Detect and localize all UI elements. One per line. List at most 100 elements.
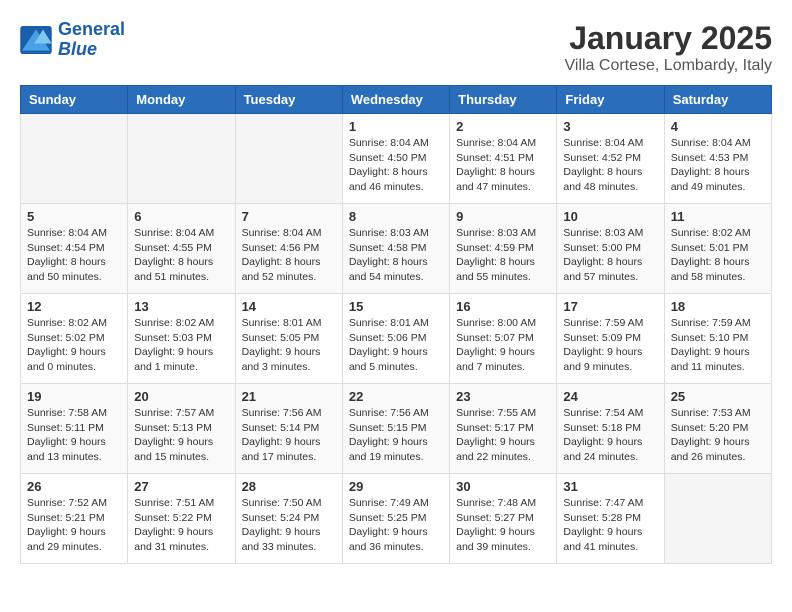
calendar-table: SundayMondayTuesdayWednesdayThursdayFrid… — [20, 85, 772, 564]
day-number: 12 — [27, 299, 121, 314]
calendar-cell: 26Sunrise: 7:52 AMSunset: 5:21 PMDayligh… — [21, 474, 128, 564]
day-number: 31 — [563, 479, 657, 494]
calendar-cell: 13 Sunrise: 8:02 AMSunset: 5:03 PMDayligh… — [128, 294, 235, 384]
day-number: 8 — [349, 209, 443, 224]
calendar-week-row: 19 Sunrise: 7:58 AMSunset: 5:11 PMDayligh… — [21, 384, 772, 474]
day-info: Sunrise: 8:01 AMSunset: 5:05 PMDaylight:… — [242, 316, 336, 375]
weekday-header: Friday — [557, 86, 664, 114]
day-number: 27 — [134, 479, 228, 494]
calendar-week-row: 12 Sunrise: 8:02 AMSunset: 5:02 PMDayligh… — [21, 294, 772, 384]
day-number: 7 — [242, 209, 336, 224]
day-info: Sunrise: 7:56 AMSunset: 5:15 PMDaylight:… — [349, 406, 443, 465]
calendar-cell: 27 Sunrise: 7:51 AMSunset: 5:22 PMDayligh… — [128, 474, 235, 564]
day-number: 5 — [27, 209, 121, 224]
day-info: Sunrise: 7:58 AMSunset: 5:11 PMDaylight:… — [27, 406, 121, 465]
calendar-week-row: 1 Sunrise: 8:04 AMSunset: 4:50 PMDaylight… — [21, 114, 772, 204]
calendar-cell: 16 Sunrise: 8:00 AMSunset: 5:07 PMDayligh… — [450, 294, 557, 384]
day-info: Sunrise: 8:04 AMSunset: 4:51 PMDaylight:… — [456, 136, 550, 195]
day-number: 30 — [456, 479, 550, 494]
logo-blue: Blue — [58, 40, 125, 60]
day-number: 13 — [134, 299, 228, 314]
day-info: Sunrise: 8:02 AMSunset: 5:01 PMDaylight:… — [671, 226, 765, 285]
logo-general: General — [58, 20, 125, 40]
calendar-cell: 28 Sunrise: 7:50 AMSunset: 5:24 PMDayligh… — [235, 474, 342, 564]
calendar-week-row: 5Sunrise: 8:04 AMSunset: 4:54 PMDaylight… — [21, 204, 772, 294]
day-number: 3 — [563, 119, 657, 134]
day-number: 20 — [134, 389, 228, 404]
day-number: 9 — [456, 209, 550, 224]
day-number: 17 — [563, 299, 657, 314]
weekday-header: Monday — [128, 86, 235, 114]
calendar-cell: 7Sunrise: 8:04 AMSunset: 4:56 PMDaylight… — [235, 204, 342, 294]
day-number: 16 — [456, 299, 550, 314]
calendar-week-row: 26Sunrise: 7:52 AMSunset: 5:21 PMDayligh… — [21, 474, 772, 564]
calendar-cell: 6Sunrise: 8:04 AMSunset: 4:55 PMDaylight… — [128, 204, 235, 294]
calendar-cell — [235, 114, 342, 204]
calendar-cell: 1 Sunrise: 8:04 AMSunset: 4:50 PMDaylight… — [342, 114, 449, 204]
calendar-cell: 12 Sunrise: 8:02 AMSunset: 5:02 PMDayligh… — [21, 294, 128, 384]
day-info: Sunrise: 8:03 AMSunset: 5:00 PMDaylight:… — [563, 226, 657, 285]
day-info: Sunrise: 8:04 AMSunset: 4:50 PMDaylight:… — [349, 136, 443, 195]
day-info: Sunrise: 7:51 AMSunset: 5:22 PMDaylight:… — [134, 496, 228, 555]
calendar-cell: 19 Sunrise: 7:58 AMSunset: 5:11 PMDayligh… — [21, 384, 128, 474]
day-info: Sunrise: 8:03 AMSunset: 4:58 PMDaylight:… — [349, 226, 443, 285]
weekday-header: Saturday — [664, 86, 771, 114]
calendar-cell: 11Sunrise: 8:02 AMSunset: 5:01 PMDayligh… — [664, 204, 771, 294]
day-number: 23 — [456, 389, 550, 404]
weekday-header: Tuesday — [235, 86, 342, 114]
page-header: General Blue January 2025 Villa Cortese,… — [20, 20, 772, 75]
day-info: Sunrise: 7:56 AMSunset: 5:14 PMDaylight:… — [242, 406, 336, 465]
calendar-cell: 4 Sunrise: 8:04 AMSunset: 4:53 PMDaylight… — [664, 114, 771, 204]
calendar-cell: 29 Sunrise: 7:49 AMSunset: 5:25 PMDayligh… — [342, 474, 449, 564]
calendar-cell: 8 Sunrise: 8:03 AMSunset: 4:58 PMDaylight… — [342, 204, 449, 294]
day-info: Sunrise: 7:53 AMSunset: 5:20 PMDaylight:… — [671, 406, 765, 465]
calendar-cell: 20 Sunrise: 7:57 AMSunset: 5:13 PMDayligh… — [128, 384, 235, 474]
day-number: 21 — [242, 389, 336, 404]
day-number: 18 — [671, 299, 765, 314]
day-number: 2 — [456, 119, 550, 134]
day-number: 29 — [349, 479, 443, 494]
calendar-cell: 18 Sunrise: 7:59 AMSunset: 5:10 PMDayligh… — [664, 294, 771, 384]
logo-icon — [20, 26, 52, 54]
day-info: Sunrise: 7:59 AMSunset: 5:10 PMDaylight:… — [671, 316, 765, 375]
day-info: Sunrise: 8:02 AMSunset: 5:03 PMDaylight:… — [134, 316, 228, 375]
weekday-header: Wednesday — [342, 86, 449, 114]
calendar-cell: 21 Sunrise: 7:56 AMSunset: 5:14 PMDayligh… — [235, 384, 342, 474]
day-number: 6 — [134, 209, 228, 224]
weekday-header: Sunday — [21, 86, 128, 114]
day-number: 19 — [27, 389, 121, 404]
month-title: January 2025 — [565, 20, 773, 57]
calendar-cell: 22Sunrise: 7:56 AMSunset: 5:15 PMDayligh… — [342, 384, 449, 474]
calendar-cell: 5Sunrise: 8:04 AMSunset: 4:54 PMDaylight… — [21, 204, 128, 294]
calendar-cell: 14Sunrise: 8:01 AMSunset: 5:05 PMDayligh… — [235, 294, 342, 384]
title-area: January 2025 Villa Cortese, Lombardy, It… — [565, 20, 773, 75]
day-number: 25 — [671, 389, 765, 404]
day-info: Sunrise: 7:52 AMSunset: 5:21 PMDaylight:… — [27, 496, 121, 555]
calendar-cell: 17Sunrise: 7:59 AMSunset: 5:09 PMDayligh… — [557, 294, 664, 384]
day-info: Sunrise: 8:04 AMSunset: 4:53 PMDaylight:… — [671, 136, 765, 195]
day-number: 1 — [349, 119, 443, 134]
day-number: 24 — [563, 389, 657, 404]
calendar-cell: 31 Sunrise: 7:47 AMSunset: 5:28 PMDayligh… — [557, 474, 664, 564]
logo: General Blue — [20, 20, 125, 60]
day-number: 15 — [349, 299, 443, 314]
calendar-cell: 9Sunrise: 8:03 AMSunset: 4:59 PMDaylight… — [450, 204, 557, 294]
day-info: Sunrise: 7:50 AMSunset: 5:24 PMDaylight:… — [242, 496, 336, 555]
day-info: Sunrise: 8:04 AMSunset: 4:52 PMDaylight:… — [563, 136, 657, 195]
day-info: Sunrise: 7:48 AMSunset: 5:27 PMDaylight:… — [456, 496, 550, 555]
day-info: Sunrise: 8:00 AMSunset: 5:07 PMDaylight:… — [456, 316, 550, 375]
calendar-cell: 24Sunrise: 7:54 AMSunset: 5:18 PMDayligh… — [557, 384, 664, 474]
day-info: Sunrise: 8:01 AMSunset: 5:06 PMDaylight:… — [349, 316, 443, 375]
day-info: Sunrise: 8:02 AMSunset: 5:02 PMDaylight:… — [27, 316, 121, 375]
day-info: Sunrise: 7:49 AMSunset: 5:25 PMDaylight:… — [349, 496, 443, 555]
day-number: 28 — [242, 479, 336, 494]
calendar-cell: 3 Sunrise: 8:04 AMSunset: 4:52 PMDaylight… — [557, 114, 664, 204]
location-title: Villa Cortese, Lombardy, Italy — [565, 57, 773, 75]
day-info: Sunrise: 7:47 AMSunset: 5:28 PMDaylight:… — [563, 496, 657, 555]
calendar-cell: 10Sunrise: 8:03 AMSunset: 5:00 PMDayligh… — [557, 204, 664, 294]
calendar-cell: 23Sunrise: 7:55 AMSunset: 5:17 PMDayligh… — [450, 384, 557, 474]
weekday-header: Thursday — [450, 86, 557, 114]
calendar-cell — [664, 474, 771, 564]
day-info: Sunrise: 7:57 AMSunset: 5:13 PMDaylight:… — [134, 406, 228, 465]
day-number: 4 — [671, 119, 765, 134]
